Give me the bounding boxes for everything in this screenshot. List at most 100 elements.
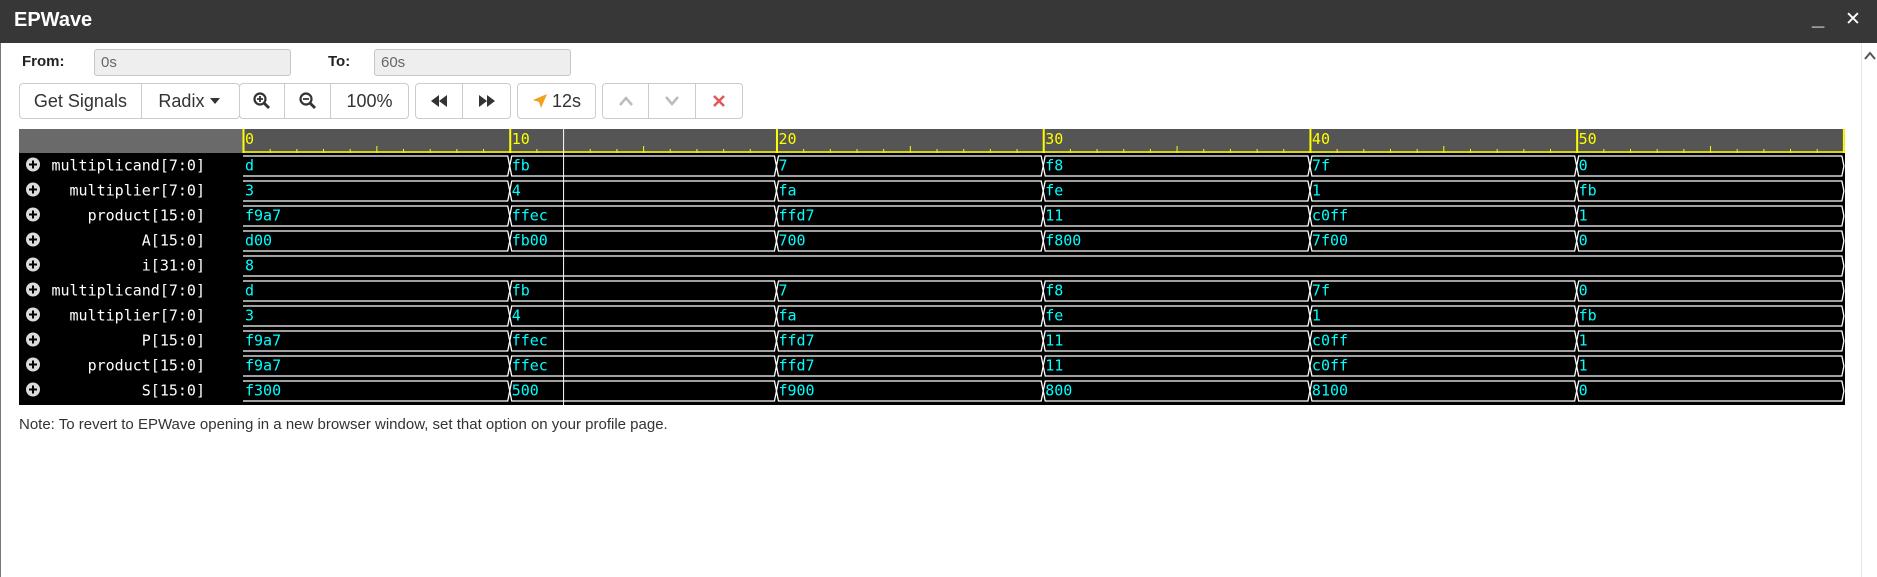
bus-segment xyxy=(1309,280,1578,302)
signal-value: 3 xyxy=(245,307,254,325)
bus-segment xyxy=(1576,280,1845,302)
signal-value: 11 xyxy=(1045,207,1063,225)
signal-value: 0 xyxy=(1579,282,1588,300)
signal-name[interactable]: multiplicand[7:0] xyxy=(51,157,205,175)
signal-value: d xyxy=(245,282,254,300)
bus-segment xyxy=(1309,155,1578,177)
bus-segment xyxy=(243,155,511,177)
signal-value: ffec xyxy=(512,207,548,225)
bus-segment xyxy=(243,255,1845,277)
signal-name[interactable]: multiplicand[7:0] xyxy=(51,282,205,300)
vertical-scrollbar[interactable] xyxy=(1861,43,1877,577)
navigate-button-group xyxy=(415,83,511,119)
bus-segment xyxy=(1576,330,1845,352)
signal-value: d00 xyxy=(245,232,272,250)
bus-segment xyxy=(775,355,1044,377)
signal-value: fb xyxy=(1579,182,1597,200)
move-down-button[interactable] xyxy=(649,84,696,118)
signal-value: c0ff xyxy=(1312,207,1348,225)
to-input[interactable]: 60s xyxy=(374,49,571,76)
get-signals-button[interactable]: Get Signals xyxy=(20,84,142,118)
move-up-button[interactable] xyxy=(603,84,650,118)
from-label: From: xyxy=(22,53,65,70)
minimize-button[interactable]: _ xyxy=(1812,5,1824,31)
bus-segment xyxy=(775,205,1044,227)
zoom-in-button[interactable] xyxy=(240,84,286,118)
signal-value: 800 xyxy=(1045,382,1072,400)
radix-dropdown[interactable]: Radix xyxy=(142,84,239,118)
signal-name[interactable]: product[15:0] xyxy=(88,357,205,375)
signal-name[interactable]: P[15:0] xyxy=(142,332,205,350)
signal-value: ffec xyxy=(512,332,548,350)
cursor-button-group: 12s xyxy=(517,83,596,119)
zoom-button-group: 100% xyxy=(239,83,409,119)
bus-segment xyxy=(1576,355,1845,377)
bus-segment xyxy=(509,380,778,402)
bus-segment xyxy=(1309,330,1578,352)
bus-segment xyxy=(1042,305,1311,327)
bus-segment xyxy=(775,330,1044,352)
bus-segment xyxy=(509,355,778,377)
signal-value: d xyxy=(245,157,254,175)
signal-value: f8 xyxy=(1045,282,1063,300)
left-border xyxy=(0,43,1,577)
signal-value: ffd7 xyxy=(778,357,814,375)
ruler-label: 10 xyxy=(512,130,530,148)
signal-value: fb00 xyxy=(512,232,548,250)
bus-segment xyxy=(1042,180,1311,202)
zoom-level-button[interactable]: 100% xyxy=(331,84,408,118)
ruler-label: 20 xyxy=(778,130,796,148)
bus-segment xyxy=(1042,205,1311,227)
cursor-time-button[interactable]: 12s xyxy=(518,84,595,118)
window-title: EPWave xyxy=(14,9,93,31)
fast-forward-button[interactable] xyxy=(463,84,510,118)
bus-segment xyxy=(509,305,778,327)
ruler-label: 30 xyxy=(1045,130,1063,148)
bus-segment xyxy=(1042,355,1311,377)
close-window-button[interactable]: ✕ xyxy=(1845,8,1861,31)
signal-value: fe xyxy=(1045,182,1063,200)
rewind-button[interactable] xyxy=(416,84,464,118)
waveform-viewer[interactable]: 0 10 20 30 40 50 multiplicand[7:0] d fb 7 f8 7f 0 mul… xyxy=(19,129,1845,405)
to-label: To: xyxy=(328,53,351,70)
signal-name[interactable]: i[31:0] xyxy=(142,257,205,275)
bus-segment xyxy=(509,230,778,252)
arrow-down-icon xyxy=(665,96,679,106)
signal-value: ffec xyxy=(512,357,548,375)
zoom-level-label: 100% xyxy=(346,90,393,111)
signal-value: f9a7 xyxy=(245,207,281,225)
get-signals-label: Get Signals xyxy=(33,90,127,111)
close-icon xyxy=(712,95,725,107)
signal-value: ffd7 xyxy=(778,332,814,350)
from-input[interactable]: 0s xyxy=(94,49,291,76)
zoom-out-button[interactable] xyxy=(285,84,331,118)
signal-value: fe xyxy=(1045,307,1063,325)
ruler-label: 40 xyxy=(1312,130,1330,148)
remove-signal-button[interactable] xyxy=(696,84,742,118)
signal-value: 7f xyxy=(1312,282,1330,300)
signal-value: fb xyxy=(512,282,530,300)
signal-name[interactable]: A[15:0] xyxy=(142,232,205,250)
signal-name[interactable]: S[15:0] xyxy=(142,382,205,400)
zoom-out-icon xyxy=(299,92,316,109)
bus-segment xyxy=(1576,305,1845,327)
signal-name[interactable]: multiplier[7:0] xyxy=(70,307,205,325)
bus-segment xyxy=(1576,155,1845,177)
signal-value: ffd7 xyxy=(778,207,814,225)
signal-name[interactable]: product[15:0] xyxy=(88,207,205,225)
bus-segment xyxy=(775,280,1044,302)
signal-value: fa xyxy=(778,182,796,200)
waveform-canvas[interactable]: 0 10 20 30 40 50multiplicand[7:0] d fb 7 f8 7f 0mul… xyxy=(19,129,1845,405)
bus-segment xyxy=(1576,380,1845,402)
signal-name[interactable]: multiplier[7:0] xyxy=(70,182,205,200)
bus-segment xyxy=(243,280,511,302)
signal-value: 1 xyxy=(1579,332,1588,350)
caret-down-icon xyxy=(210,98,221,104)
signal-move-button-group xyxy=(602,83,743,119)
bus-segment xyxy=(243,330,511,352)
signal-value: 1 xyxy=(1312,182,1321,200)
signal-value: 11 xyxy=(1045,332,1063,350)
bus-segment xyxy=(1042,330,1311,352)
signal-value: 3 xyxy=(245,182,254,200)
scroll-up-icon[interactable] xyxy=(1863,49,1877,63)
